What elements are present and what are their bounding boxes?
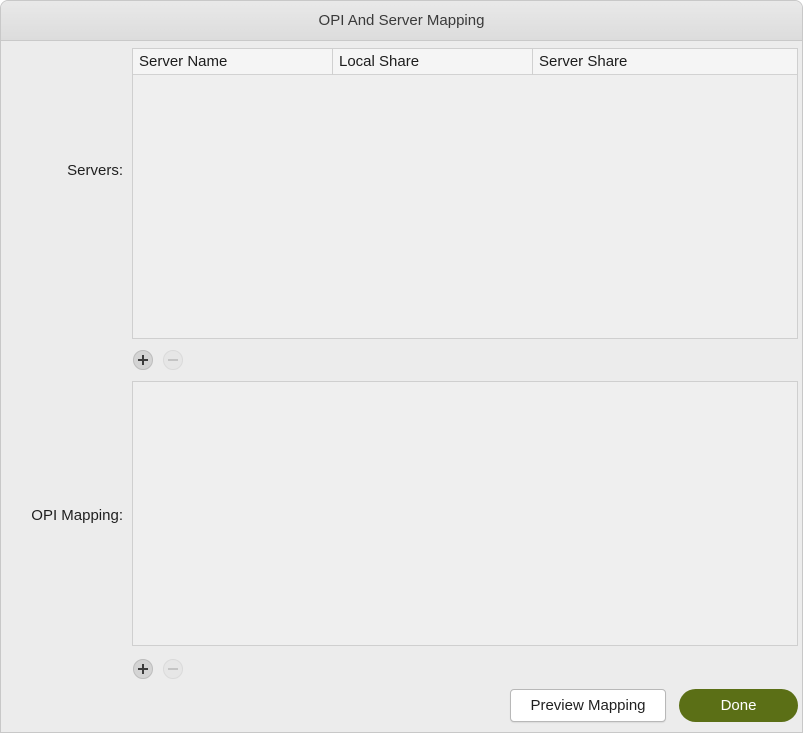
servers-table-header: Server Name Local Share Server Share	[133, 49, 797, 75]
servers-table-body[interactable]	[133, 75, 797, 338]
column-header-server-share[interactable]: Server Share	[533, 49, 797, 75]
preview-mapping-button[interactable]: Preview Mapping	[510, 689, 666, 722]
add-server-button[interactable]	[133, 350, 153, 370]
add-mapping-button[interactable]	[133, 659, 153, 679]
done-button[interactable]: Done	[679, 689, 798, 722]
title-bar[interactable]: OPI And Server Mapping	[1, 1, 802, 41]
servers-table[interactable]: Server Name Local Share Server Share	[132, 48, 798, 339]
plus-icon	[138, 664, 148, 674]
done-label: Done	[720, 697, 757, 714]
plus-icon	[138, 355, 148, 365]
opi-mapping-label: OPI Mapping:	[31, 507, 123, 524]
minus-icon	[168, 668, 178, 670]
window-title: OPI And Server Mapping	[318, 12, 485, 29]
column-header-local-share[interactable]: Local Share	[333, 49, 533, 75]
minus-icon	[168, 359, 178, 361]
remove-server-button[interactable]	[163, 350, 183, 370]
opi-server-mapping-dialog: OPI And Server Mapping Servers: Server N…	[0, 0, 803, 733]
preview-mapping-label: Preview Mapping	[530, 697, 646, 714]
column-header-server-name[interactable]: Server Name	[133, 49, 333, 75]
opi-mapping-table[interactable]	[132, 381, 798, 646]
servers-label: Servers:	[67, 162, 123, 179]
remove-mapping-button[interactable]	[163, 659, 183, 679]
